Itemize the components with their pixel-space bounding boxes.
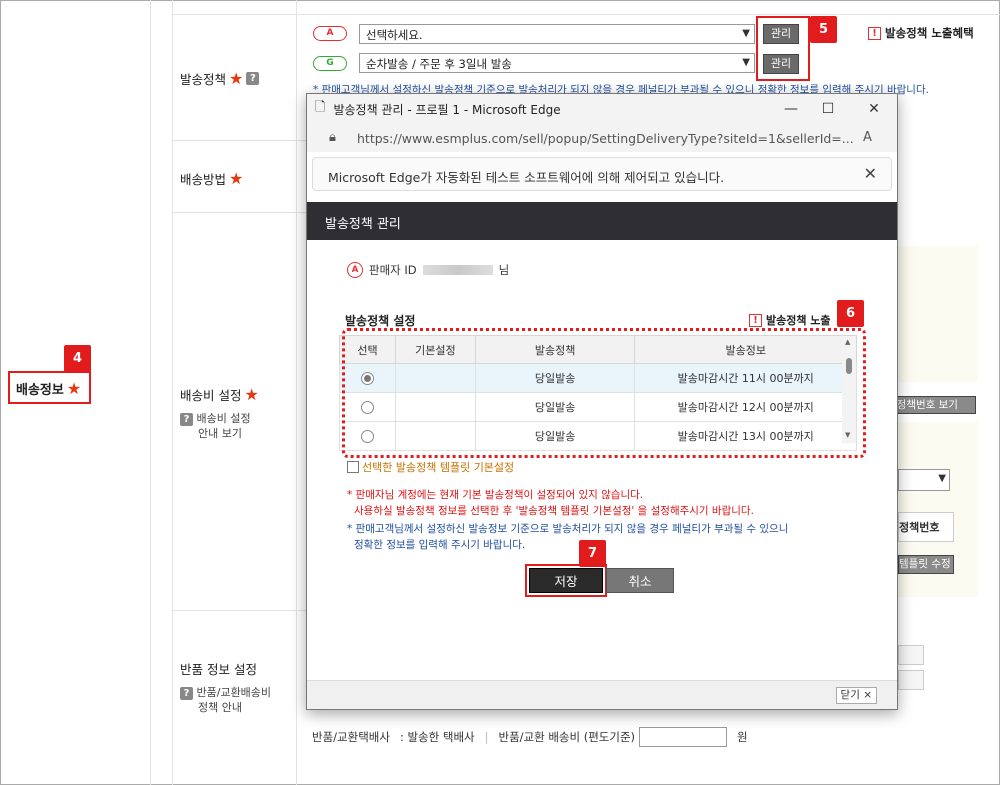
required-star-icon: ★ bbox=[244, 384, 259, 404]
row-label-return: 반품 정보 설정 bbox=[180, 659, 257, 678]
address-url: https://www.esmplus.com/sell/popup/Setti… bbox=[357, 131, 854, 146]
exposure-text: 발송정책 노출 bbox=[766, 314, 831, 327]
return-courier-line: 반품/교환택배사 : 발송한 택배사 | 반품/교환 배송비 (편도기준) 원 bbox=[312, 727, 748, 747]
select-value: 순차발송 / 주문 후 3일내 발송 bbox=[366, 57, 512, 71]
table-highlight bbox=[342, 328, 866, 458]
gmarket-pill: G bbox=[313, 56, 347, 71]
minimize-icon[interactable]: — bbox=[781, 99, 801, 119]
warning-icon: ! bbox=[868, 26, 881, 40]
read-aloud-icon[interactable]: A bbox=[863, 130, 872, 145]
page-icon: 🗋 bbox=[315, 100, 326, 115]
red-note-2: 사용하실 발송정책 정보를 선택한 후 '발송정책 템플릿 기본설정' 을 설정… bbox=[354, 505, 754, 517]
lock-icon: 🔒︎ bbox=[329, 130, 336, 145]
label-column-left bbox=[172, 0, 173, 785]
method-label: 배송방법 bbox=[180, 172, 227, 187]
row-label-policy: 발송정책 ★ ? bbox=[180, 68, 260, 88]
section-title: 발송정책 설정 bbox=[345, 314, 416, 328]
row-divider bbox=[172, 212, 306, 213]
window-title: 발송정책 관리 - 프로필 1 - Microsoft Edge bbox=[333, 102, 561, 117]
manage-button-gmarket[interactable]: 관리 bbox=[763, 54, 799, 74]
bg-panel bbox=[898, 246, 978, 382]
red-note-1: * 판매자님 계정에는 현재 기본 발송정책이 설정되어 있지 않습니다. bbox=[347, 489, 644, 501]
step-badge-5: 5 bbox=[810, 16, 837, 43]
save-button[interactable]: 저장 bbox=[529, 568, 603, 593]
fee-guide-text-2: 안내 보기 bbox=[198, 427, 242, 440]
auction-pill: A bbox=[313, 26, 347, 41]
manage-button-auction[interactable]: 관리 bbox=[763, 24, 799, 44]
benefit-text: 발송정책 노출혜택 bbox=[885, 26, 974, 40]
row-label-method: 배송방법 ★ bbox=[180, 169, 243, 188]
policy-select-auction[interactable]: 선택하세요. ▼ bbox=[359, 24, 755, 44]
row-divider bbox=[172, 610, 306, 611]
return-guide-text-2: 정책 안내 bbox=[198, 701, 242, 714]
auction-icon: A bbox=[347, 262, 363, 278]
bg-input[interactable] bbox=[898, 670, 924, 690]
help-icon: ? bbox=[180, 687, 193, 700]
label-column-right bbox=[296, 0, 297, 785]
policy-no-header: 정책번호 bbox=[898, 512, 954, 542]
bg-input[interactable] bbox=[898, 645, 924, 665]
chevron-down-icon: ▼ bbox=[742, 57, 750, 68]
infobar-message: Microsoft Edge가 자동화된 테스트 소프트웨어에 의해 제어되고 … bbox=[328, 170, 725, 185]
row-divider bbox=[172, 14, 1000, 15]
courier-value: : 발송한 택배사 bbox=[399, 730, 475, 744]
step-badge-6: 6 bbox=[837, 300, 864, 327]
currency-unit: 원 bbox=[737, 730, 748, 744]
popup-header-title: 발송정책 관리 bbox=[325, 217, 401, 232]
return-guide-link[interactable]: ? 반품/교환배송비 정책 안내 bbox=[180, 685, 271, 715]
step-badge-7: 7 bbox=[579, 540, 606, 567]
policy-popup-window: 🗋 발송정책 관리 - 프로필 1 - Microsoft Edge — ☐ ✕… bbox=[306, 93, 898, 710]
step-badge-4: 4 bbox=[64, 345, 91, 372]
masked-seller-id bbox=[422, 265, 493, 275]
close-icon[interactable]: ✕ bbox=[864, 164, 877, 183]
left-column-divider bbox=[150, 0, 151, 785]
policy-select-gmarket[interactable]: 순차발송 / 주문 후 3일내 발송 ▼ bbox=[359, 53, 755, 73]
benefit-link[interactable]: ! 발송정책 노출혜택 bbox=[868, 25, 974, 41]
window-titlebar: 🗋 발송정책 관리 - 프로필 1 - Microsoft Edge — ☐ ✕ bbox=[307, 94, 897, 124]
select-value: 선택하세요. bbox=[366, 28, 423, 42]
fee-label: 배송비 설정 bbox=[180, 388, 242, 403]
default-template-checkbox-row[interactable]: 선택한 발송정책 템플릿 기본설정 bbox=[347, 459, 514, 475]
fee-guide-link[interactable]: ? 배송비 설정 안내 보기 bbox=[180, 411, 251, 441]
close-popup-button[interactable]: 닫기 × bbox=[835, 687, 877, 704]
shipping-info-highlight: 배송정보 ★ bbox=[8, 371, 91, 404]
default-template-checkbox[interactable] bbox=[347, 461, 359, 473]
return-fee-label: 반품/교환 배송비 (편도기준) bbox=[498, 730, 636, 744]
maximize-icon[interactable]: ☐ bbox=[818, 99, 838, 119]
cancel-button[interactable]: 취소 bbox=[606, 568, 674, 593]
shipping-info-label: 배송정보 bbox=[16, 383, 64, 398]
exposure-link[interactable]: ! 발송정책 노출 bbox=[749, 312, 831, 328]
close-icon[interactable]: ✕ bbox=[864, 99, 884, 119]
return-label: 반품 정보 설정 bbox=[180, 662, 257, 677]
courier-label: 반품/교환택배사 bbox=[312, 730, 390, 744]
required-star-icon: ★ bbox=[229, 168, 244, 188]
required-star-icon: ★ bbox=[229, 68, 244, 88]
row-divider bbox=[172, 140, 306, 141]
chevron-down-icon: ▼ bbox=[938, 473, 946, 484]
return-guide-text: 반품/교환배송비 bbox=[196, 686, 272, 699]
popup-header: 발송정책 관리 bbox=[307, 202, 897, 240]
fee-guide-text: 배송비 설정 bbox=[196, 412, 251, 425]
row-label-fee: 배송비 설정 ★ bbox=[180, 385, 259, 404]
seller-id-label: 판매자 ID bbox=[369, 263, 417, 277]
return-fee-input[interactable] bbox=[639, 727, 728, 747]
automation-infobar: Microsoft Edge가 자동화된 테스트 소프트웨어에 의해 제어되고 … bbox=[312, 157, 892, 191]
checkbox-label: 선택한 발송정책 템플릿 기본설정 bbox=[362, 461, 515, 474]
policy-label: 발송정책 bbox=[180, 72, 227, 87]
required-star-icon: ★ bbox=[66, 378, 82, 398]
blue-note-1: * 판매고객님께서 설정하신 발송정보 기준으로 발송처리가 되지 않을 경우 … bbox=[347, 523, 789, 535]
help-icon: ? bbox=[180, 413, 193, 426]
blue-note-2: 정확한 정보를 입력해 주시기 바랍니다. bbox=[354, 539, 526, 551]
warning-icon: ! bbox=[749, 313, 762, 327]
seller-id-line: A 판매자 ID 님 bbox=[347, 262, 509, 278]
help-icon[interactable]: ? bbox=[246, 72, 260, 85]
template-edit-button[interactable]: 템플릿 수정 bbox=[898, 555, 954, 574]
popup-footer: 닫기 × bbox=[307, 680, 897, 709]
seller-id-suffix: 님 bbox=[498, 263, 510, 277]
address-bar[interactable]: 🔒︎ https://www.esmplus.com/sell/popup/Se… bbox=[307, 124, 897, 152]
bg-select[interactable]: ▼ bbox=[898, 469, 950, 491]
chevron-down-icon: ▼ bbox=[742, 28, 750, 39]
